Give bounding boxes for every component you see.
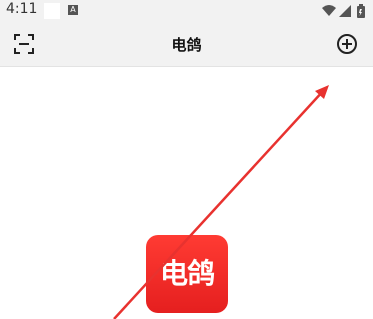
battery-icon	[357, 4, 365, 18]
content-area: 电鸽	[0, 67, 373, 319]
notification-icon: A	[68, 5, 78, 15]
notification-placeholder	[44, 3, 60, 19]
status-time: 4:11	[6, 1, 38, 17]
app-logo[interactable]: 电鸽	[146, 235, 228, 313]
add-button[interactable]	[335, 32, 359, 56]
signal-icon	[339, 5, 351, 17]
app-bar: 电鸽	[0, 22, 373, 67]
page-title: 电鸽	[171, 36, 202, 54]
logo-text: 电鸽	[159, 257, 215, 290]
add-circle-icon	[337, 34, 357, 54]
wifi-icon	[322, 5, 336, 16]
status-bar: 4:11 A	[0, 0, 373, 22]
status-icons	[322, 4, 365, 18]
